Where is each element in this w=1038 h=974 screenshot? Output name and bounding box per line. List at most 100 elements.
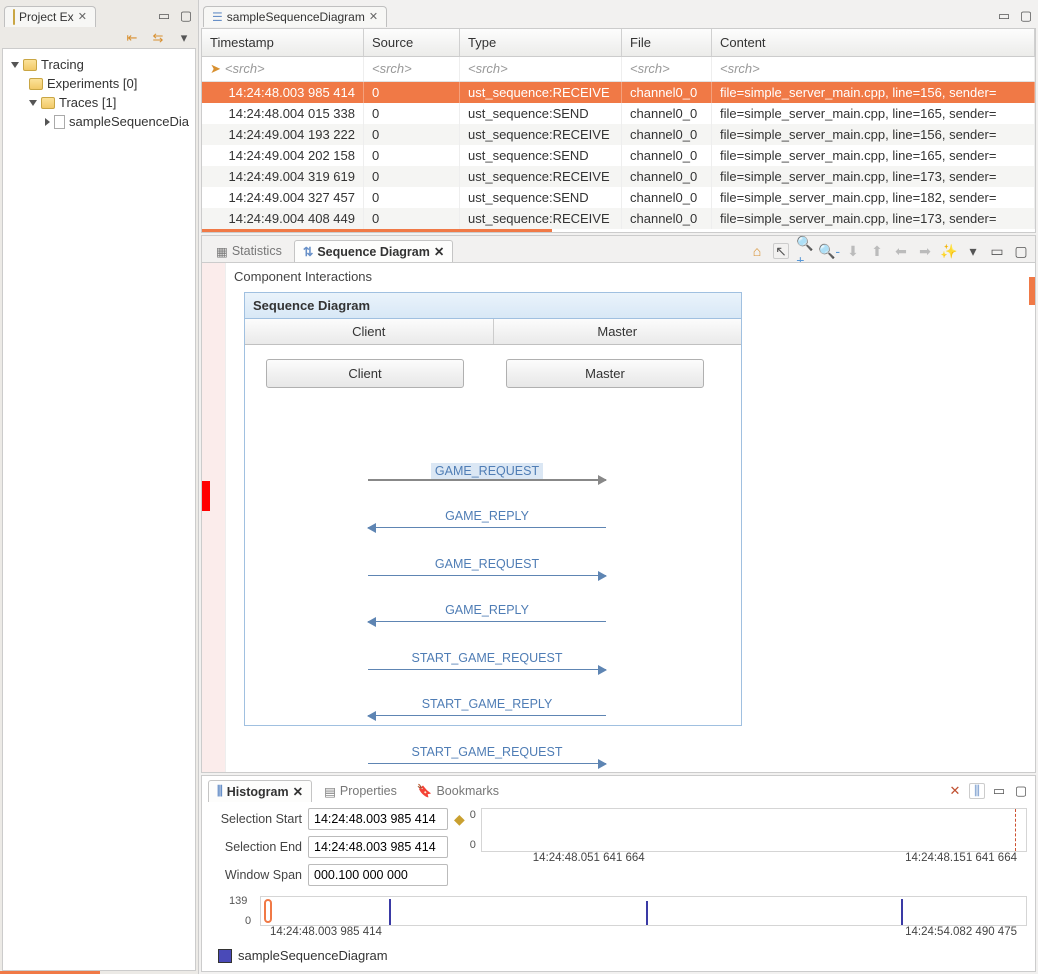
link-editor-icon[interactable]: ⇆ [150,30,166,46]
selection-start-input[interactable] [308,808,448,830]
close-icon[interactable]: ✕ [369,10,378,23]
cell-ts: 14:24:48.003 985 414 [202,82,364,103]
table-row[interactable]: 14:24:48.003 985 4140ust_sequence:RECEIV… [202,82,1035,103]
x-tick-left: 14:24:48.003 985 414 [270,926,382,938]
lane-header-master[interactable]: Master [494,319,742,344]
table-row[interactable]: 14:24:49.004 327 4570ust_sequence:SENDch… [202,187,1035,208]
histogram-window-chart[interactable]: 0 0 [481,808,1027,852]
message-label: GAME_REPLY [368,603,606,621]
search-icon[interactable]: ➤ [210,61,221,77]
cell-type: ust_sequence:SEND [460,187,622,208]
home-icon[interactable]: ⌂ [749,243,765,259]
cell-content: file=simple_server_main.cpp, line=173, s… [712,166,1035,187]
col-source[interactable]: Source [364,29,460,56]
cell-file: channel0_0 [622,103,712,124]
arrow-line [368,763,606,764]
maximize-icon[interactable]: ▢ [1013,783,1029,799]
tab-histogram[interactable]: ⫼ Histogram ✕ [208,780,312,802]
table-row[interactable]: 14:24:49.004 193 2220ust_sequence:RECEIV… [202,124,1035,145]
cell-src: 0 [364,103,460,124]
maximize-icon[interactable]: ▢ [1018,8,1034,24]
tree-node-sample-trace[interactable]: sampleSequenceDia [7,112,191,131]
diagram-icon: ⇅ [303,244,313,259]
message-label: START_GAME_REQUEST [368,745,606,763]
minimize-icon[interactable]: ▭ [156,8,172,24]
tree-label: Traces [1] [59,95,116,110]
tab-bookmarks[interactable]: 🔖 Bookmarks [409,781,507,802]
close-icon[interactable]: ✕ [434,244,444,259]
message-arrow[interactable]: GAME_REQUEST [368,557,606,576]
cell-type: ust_sequence:RECEIVE [460,124,622,145]
col-type[interactable]: Type [460,29,622,56]
selection-end-label: Selection End [210,840,302,854]
cell-type: ust_sequence:RECEIVE [460,166,622,187]
nav-left-icon[interactable]: ⬅ [893,243,909,259]
zoom-out-icon[interactable]: 🔍- [821,243,837,259]
window-span-input[interactable] [308,864,448,886]
expand-icon[interactable] [29,100,37,106]
pointer-icon[interactable]: ↖ [773,243,789,259]
close-icon[interactable]: ✕ [293,784,303,799]
col-content[interactable]: Content [712,29,1035,56]
zoom-in-icon[interactable]: 🔍+ [797,243,813,259]
project-tree[interactable]: Tracing Experiments [0] Traces [1] sampl… [2,48,196,971]
message-arrow[interactable]: GAME_REQUEST [368,463,606,481]
filter-type[interactable]: <srch> [460,57,622,81]
filter-content[interactable]: <srch> [712,57,1035,81]
nav-up-icon[interactable]: ⬆ [869,243,885,259]
minimize-icon[interactable]: ▭ [989,243,1005,259]
message-arrow[interactable]: START_GAME_REQUEST [368,651,606,670]
maximize-icon[interactable]: ▢ [178,8,194,24]
expand-icon[interactable] [45,118,50,126]
histogram-icon: ⫼ [217,784,223,799]
arrow-line [368,669,606,670]
selection-end-input[interactable] [308,836,448,858]
filter-placeholder[interactable]: <srch> [225,61,265,77]
filter-icon[interactable]: ✨ [941,243,957,259]
message-arrow[interactable]: START_GAME_REPLY [368,697,606,716]
bookmark-diamond-icon[interactable]: ◆ [454,811,465,828]
event-table-filter-row[interactable]: ➤ <srch> <srch> <srch> <srch> <srch> [202,57,1035,82]
filter-file[interactable]: <srch> [622,57,712,81]
table-row[interactable]: 14:24:49.004 408 4490ust_sequence:RECEIV… [202,208,1035,229]
project-explorer-tab[interactable]: Project Ex ✕ [4,6,96,27]
cell-src: 0 [364,208,460,229]
collapse-all-icon[interactable]: ⇤ [124,30,140,46]
maximize-icon[interactable]: ▢ [1013,243,1029,259]
nav-right-icon[interactable]: ➡ [917,243,933,259]
table-row[interactable]: 14:24:49.004 202 1580ust_sequence:SENDch… [202,145,1035,166]
window-range-marker[interactable] [264,899,272,923]
tab-statistics[interactable]: ▦ Statistics [208,241,290,262]
tree-node-traces[interactable]: Traces [1] [7,93,191,112]
message-arrow[interactable]: GAME_REPLY [368,603,606,622]
table-row[interactable]: 14:24:49.004 319 6190ust_sequence:RECEIV… [202,166,1035,187]
col-timestamp[interactable]: Timestamp [202,29,364,56]
cell-src: 0 [364,166,460,187]
activate-trace-icon[interactable]: ⫼ [969,783,985,799]
view-menu-icon[interactable]: ▾ [965,243,981,259]
minimize-icon[interactable]: ▭ [996,8,1012,24]
filter-source[interactable]: <srch> [364,57,460,81]
minimize-icon[interactable]: ▭ [991,783,1007,799]
message-arrow[interactable]: START_GAME_REQUEST [368,745,606,764]
lane-master: Master [505,359,705,392]
close-icon[interactable]: ✕ [78,10,87,23]
lane-header-client[interactable]: Client [245,319,494,344]
nav-down-icon[interactable]: ⬇ [845,243,861,259]
tree-node-experiments[interactable]: Experiments [0] [7,74,191,93]
histogram-full-chart[interactable]: 139 0 [260,896,1027,926]
tab-properties[interactable]: ▤ Properties [316,781,405,802]
tab-sequence-diagram[interactable]: ⇅ Sequence Diagram ✕ [294,240,454,262]
tree-node-tracing[interactable]: Tracing [7,55,191,74]
view-menu-icon[interactable]: ▾ [176,30,192,46]
expand-icon[interactable] [11,62,19,68]
col-file[interactable]: File [622,29,712,56]
cell-content: file=simple_server_main.cpp, line=182, s… [712,187,1035,208]
table-row[interactable]: 14:24:48.004 015 3380ust_sequence:SENDch… [202,103,1035,124]
message-arrow[interactable]: GAME_REPLY [368,509,606,528]
instance-master[interactable]: Master [506,359,704,388]
instance-client[interactable]: Client [266,359,464,388]
event-editor-tab[interactable]: ☰ sampleSequenceDiagram ✕ [203,6,387,27]
hide-lost-icon[interactable]: ✕ [947,783,963,799]
cell-src: 0 [364,124,460,145]
